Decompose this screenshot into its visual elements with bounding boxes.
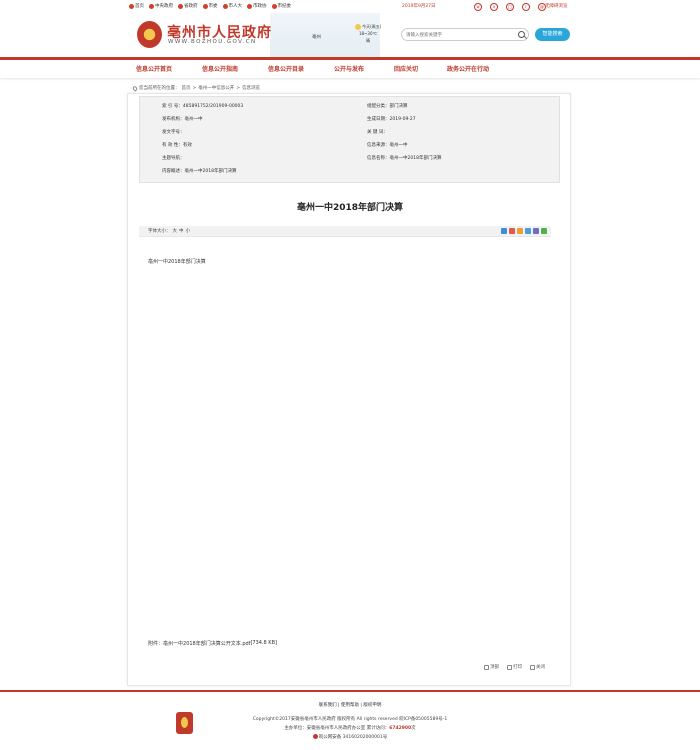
main-nav: 信息公开首页 信息公开指南 信息公开目录 公开与发布 回应关切 政务公开在行动 bbox=[0, 57, 700, 78]
meta-index: 索 引 号：485891752/201909-00003 bbox=[162, 104, 244, 109]
meta-docno: 发文字号： bbox=[162, 130, 185, 135]
meta-topic: 主题导航： bbox=[162, 156, 185, 161]
social-icons: w x □ r @ bbox=[474, 3, 546, 11]
print-icon bbox=[507, 664, 512, 670]
font-size-medium[interactable]: 中 bbox=[179, 228, 184, 234]
share-icon[interactable] bbox=[517, 228, 523, 234]
share-icons bbox=[501, 228, 547, 234]
attachment: 附件： 亳州一中2018年部门决算公开文本.pdf [734.8 KB] bbox=[148, 640, 277, 647]
smart-search-button[interactable]: 智能搜索 bbox=[535, 28, 570, 41]
share-icon[interactable] bbox=[541, 228, 547, 234]
nav-item-publish[interactable]: 公开与发布 bbox=[334, 64, 394, 73]
close-icon bbox=[530, 664, 535, 670]
share-icon[interactable] bbox=[533, 228, 539, 234]
breadcrumb-item-section[interactable]: 亳州一中信息公开 bbox=[198, 85, 234, 91]
weibo-icon[interactable]: w bbox=[474, 3, 482, 11]
rss-icon[interactable]: r bbox=[522, 3, 530, 11]
font-size-small[interactable]: 小 bbox=[186, 228, 191, 234]
police-badge-icon bbox=[312, 734, 318, 739]
page-actions: 顶部 打印 关闭 bbox=[484, 664, 545, 670]
weather-temp: 18~30℃ bbox=[358, 31, 378, 36]
top-link[interactable]: 中央政府 bbox=[149, 0, 173, 13]
location-pin-icon bbox=[131, 84, 139, 92]
top-link[interactable]: 省政府 bbox=[178, 0, 198, 13]
font-size-label: 字体大小： bbox=[148, 229, 171, 234]
meta-summary: 内容概述：亳州一中2018年部门决算 bbox=[162, 169, 237, 174]
weather-day: 今天(周五) bbox=[362, 24, 382, 29]
site-footer: 联系我们 | 使用帮助 | 版权申明 Copyright©2017安徽省亳州市人… bbox=[0, 690, 700, 750]
emblem-icon bbox=[178, 4, 183, 9]
back-to-top-button[interactable]: 顶部 bbox=[484, 664, 499, 670]
site-logo-url: WWW.BOZHOU.GOV.CN bbox=[168, 39, 257, 45]
nav-item-home[interactable]: 信息公开首页 bbox=[136, 64, 202, 73]
emblem-icon bbox=[271, 4, 277, 9]
breadcrumb-item-current: 信息浏览 bbox=[242, 86, 261, 91]
site-header: 亳州市人民政府 WWW.BOZHOU.GOV.CN 亳州 今天(周五) 18~3… bbox=[0, 13, 700, 57]
nav-item-catalog[interactable]: 信息公开目录 bbox=[268, 64, 334, 73]
top-link[interactable]: 市委 bbox=[202, 0, 218, 13]
close-button[interactable]: 关闭 bbox=[530, 664, 545, 670]
attachment-link[interactable]: 亳州一中2018年部门决算公开文本.pdf bbox=[163, 640, 250, 647]
meta-source: 信息来源：亳州一中 bbox=[367, 143, 408, 148]
breadcrumb-prefix: 您当前所在的位置： bbox=[139, 86, 180, 91]
accessibility-link[interactable]: 无障碍浏览 bbox=[545, 0, 568, 13]
breadcrumb-item-home[interactable]: 首页 bbox=[182, 85, 191, 91]
info-meta-table: 索 引 号：485891752/201909-00003 组配分类：部门决算 发… bbox=[139, 96, 560, 183]
national-emblem-icon bbox=[137, 21, 162, 48]
phone-icon[interactable]: □ bbox=[506, 3, 514, 11]
meta-date: 生成日期：2019-09-27 bbox=[367, 117, 416, 122]
share-icon[interactable] bbox=[501, 228, 507, 234]
weather-widget: 今天(周五) 18~30℃ 晴 bbox=[348, 23, 388, 44]
font-size-large[interactable]: 大 bbox=[173, 228, 178, 234]
meta-keywords: 关 键 词： bbox=[367, 130, 388, 135]
nav-item-action[interactable]: 政务公开在行动 bbox=[447, 64, 517, 73]
top-link[interactable]: 市纪委 bbox=[271, 0, 291, 13]
top-icon bbox=[484, 664, 489, 670]
footer-copyright: Copyright©2017安徽省亳州市人民政府 版权所有 All rights… bbox=[252, 717, 448, 722]
meta-validity: 有 效 性：有效 bbox=[162, 143, 192, 148]
nav-item-response[interactable]: 回应关切 bbox=[394, 64, 447, 73]
weixin-icon[interactable]: x bbox=[490, 3, 498, 11]
font-size-switch: 字体大小： 大 中 小 bbox=[148, 228, 190, 234]
current-date: 2019年9月27日 bbox=[402, 4, 436, 9]
attachment-label: 附件： bbox=[148, 641, 164, 647]
footer-police: 皖公网安备 34160202000001号 bbox=[0, 734, 700, 740]
visit-count: 6742900 bbox=[389, 726, 412, 731]
meta-name: 信息名称：亳州一中2018年部门决算 bbox=[367, 156, 442, 161]
emblem-icon bbox=[202, 4, 208, 9]
share-icon[interactable] bbox=[509, 228, 515, 234]
weather-city: 亳州 bbox=[312, 35, 321, 40]
weather-condition: 晴 bbox=[366, 38, 370, 43]
top-link[interactable]: 首页 bbox=[129, 0, 144, 13]
attachment-size: [734.8 KB] bbox=[250, 640, 277, 646]
share-icon[interactable] bbox=[525, 228, 531, 234]
emblem-icon bbox=[149, 4, 154, 9]
article-toolbar: 字体大小： 大 中 小 bbox=[139, 226, 551, 237]
print-button[interactable]: 打印 bbox=[507, 664, 522, 670]
meta-category: 组配分类：部门决算 bbox=[367, 104, 408, 109]
search-input[interactable] bbox=[406, 30, 514, 40]
top-link[interactable]: 市人大 bbox=[222, 0, 242, 13]
emblem-icon bbox=[247, 4, 252, 9]
home-icon bbox=[129, 4, 134, 9]
footer-links[interactable]: 联系我们 | 使用帮助 | 版权申明 bbox=[0, 702, 700, 708]
footer-host: 主办单位：安徽省亳州市人民政府办公室 累计访问：6742900次 bbox=[284, 726, 416, 731]
emblem-icon bbox=[222, 4, 228, 9]
top-link[interactable]: 市政协 bbox=[247, 0, 267, 13]
article-title: 亳州一中2018年部门决算 bbox=[296, 203, 404, 213]
nav-item-guide[interactable]: 信息公开指南 bbox=[202, 64, 268, 73]
search-icon[interactable] bbox=[518, 31, 525, 38]
top-bar: 首页 中央政府 省政府 市委 市人大 市政协 市纪委 2019年9月27日 w … bbox=[0, 0, 700, 13]
article-body: 亳州一中2018年部门决算 bbox=[148, 259, 206, 265]
top-links: 首页 中央政府 省政府 市委 市人大 市政协 市纪委 bbox=[129, 0, 291, 13]
meta-publisher: 发布机构：亳州一中 bbox=[162, 117, 203, 122]
search-box bbox=[401, 28, 529, 41]
breadcrumb: 您当前所在的位置： 首页 > 亳州一中信息公开 > 信息浏览 bbox=[131, 84, 261, 92]
